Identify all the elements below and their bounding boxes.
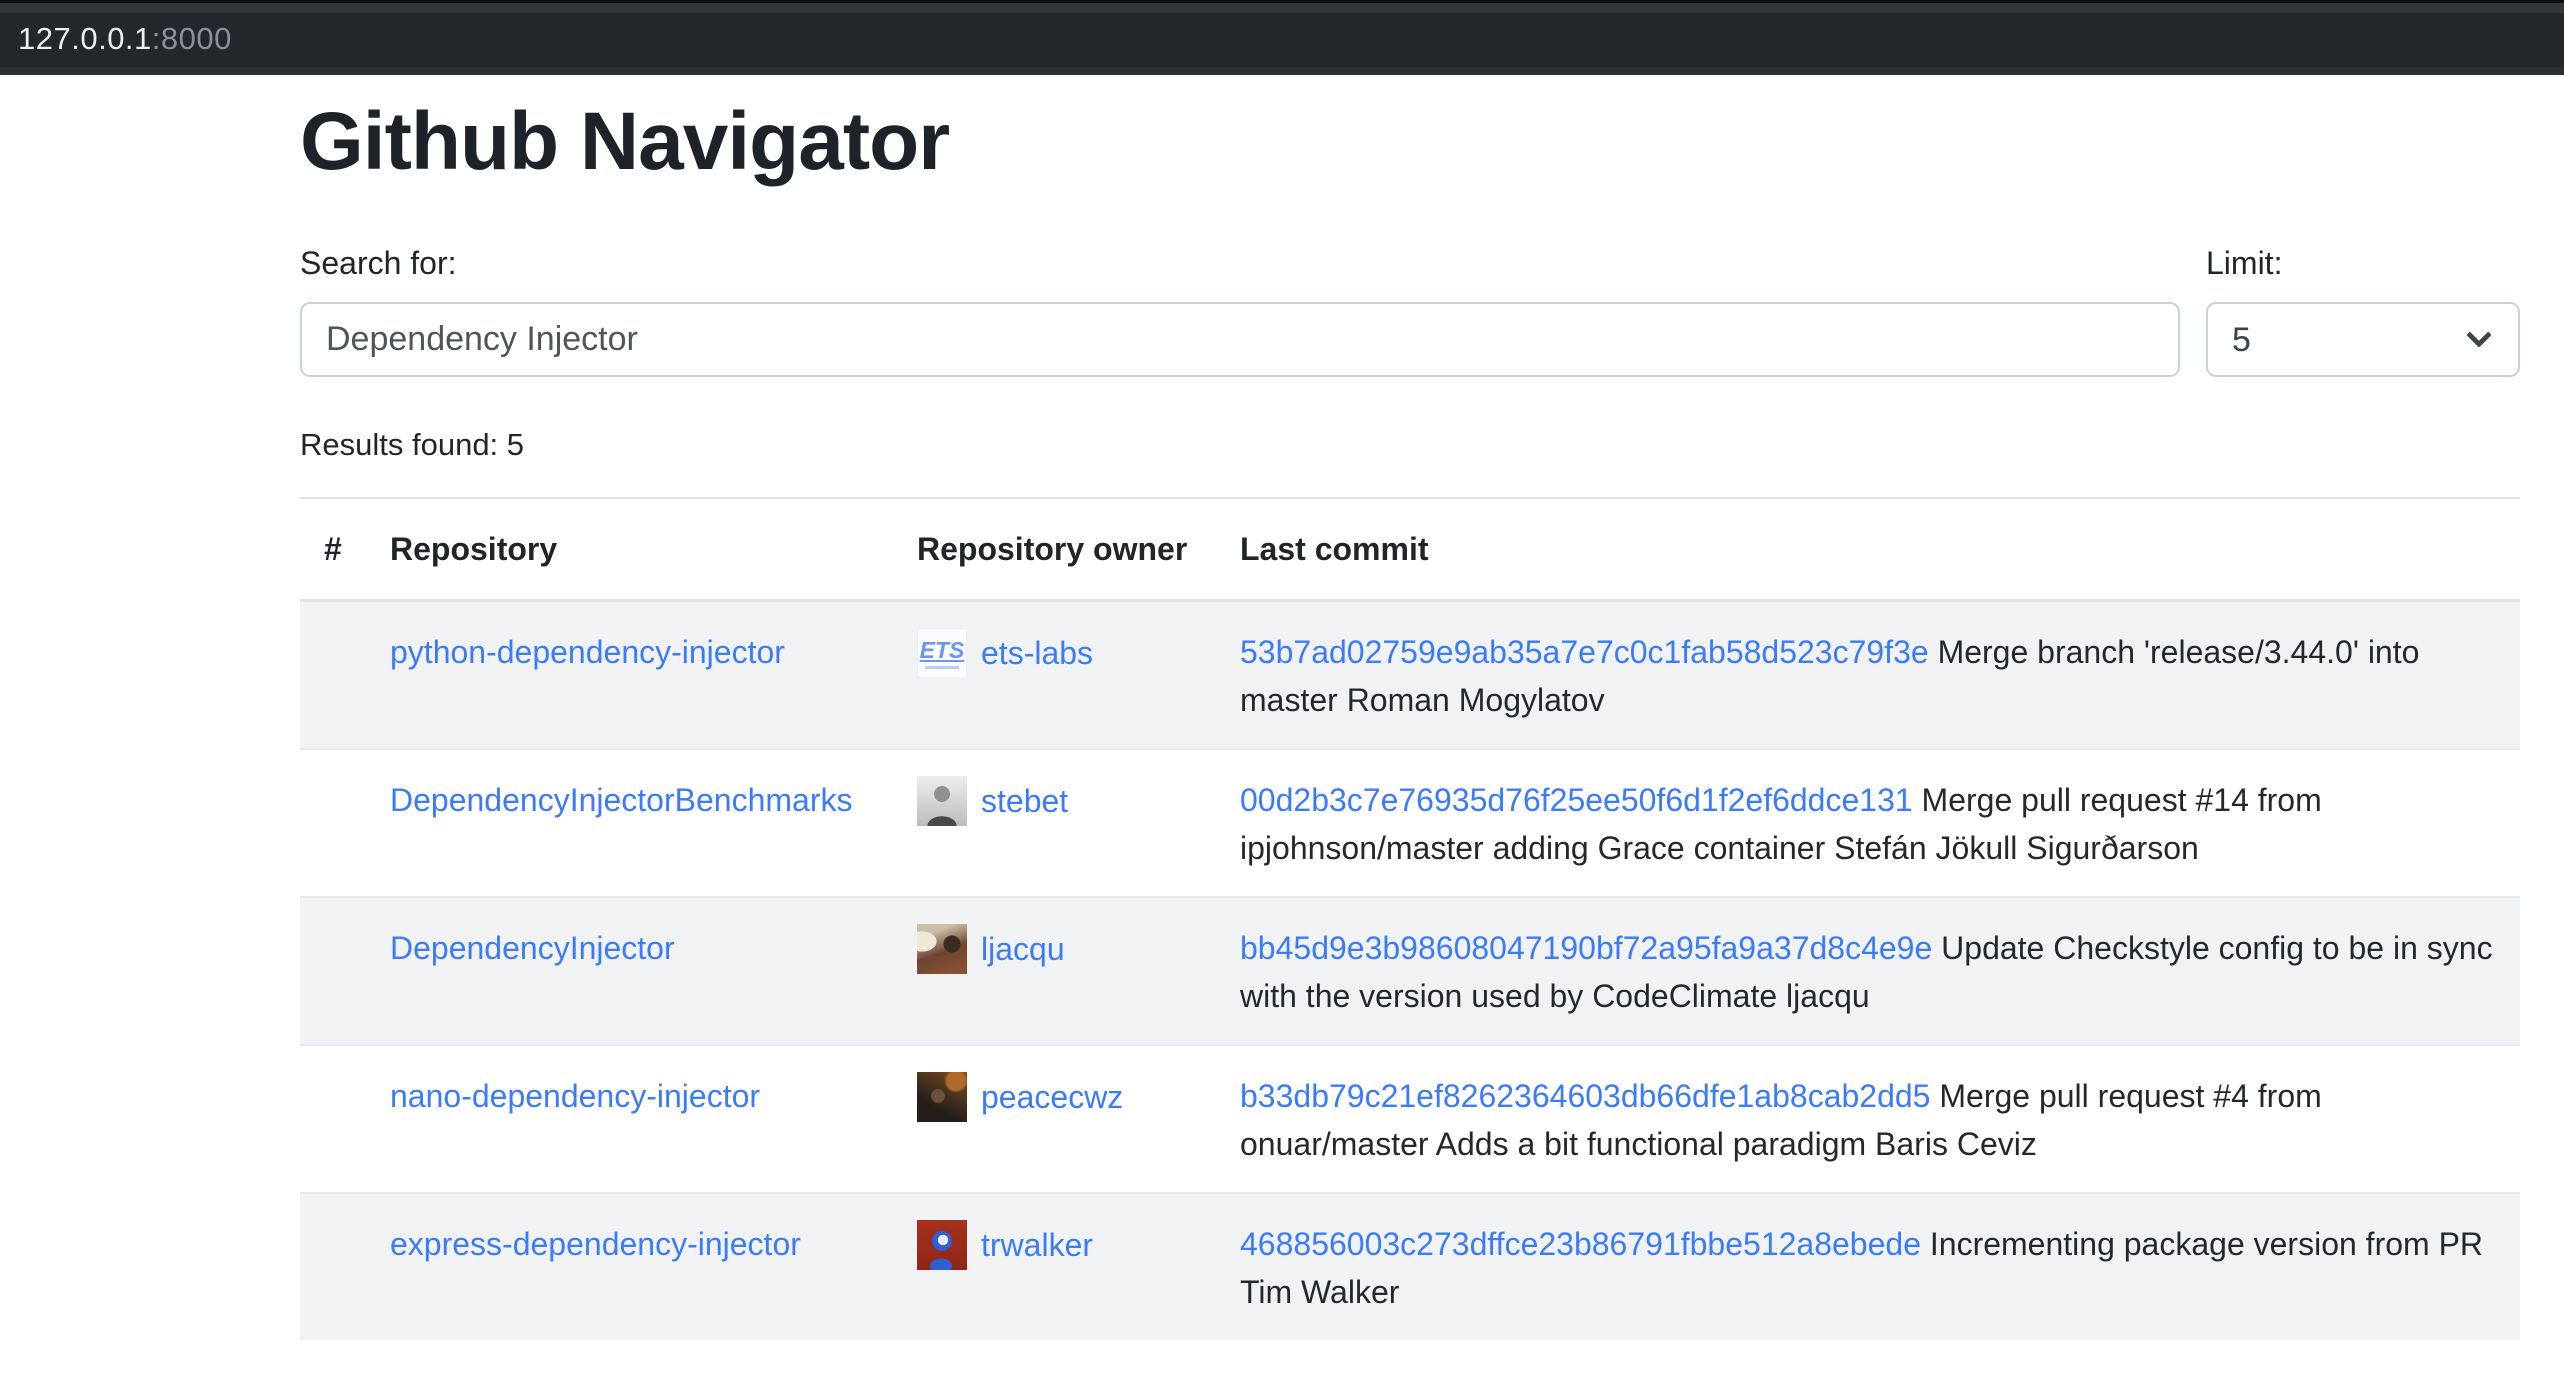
limit-select-wrap: 5 bbox=[2206, 302, 2520, 377]
commit-sha-link[interactable]: 00d2b3c7e76935d76f25ee50f6d1f2ef6ddce131 bbox=[1240, 782, 1913, 818]
col-header-repository: Repository bbox=[366, 498, 893, 601]
repository-link[interactable]: nano-dependency-injector bbox=[390, 1078, 760, 1114]
browser-address-bar: 127.0.0.1:8000 bbox=[0, 0, 2564, 75]
ets-logo-text: ETS bbox=[920, 638, 965, 662]
row-number-cell bbox=[300, 1193, 366, 1340]
search-input[interactable] bbox=[300, 302, 2180, 377]
row-number-cell bbox=[300, 897, 366, 1045]
url-port: :8000 bbox=[152, 21, 232, 57]
commit-sha-link[interactable]: bb45d9e3b98608047190bf72a95fa9a37d8c4e9e bbox=[1240, 930, 1932, 966]
avatar-stebet bbox=[917, 776, 967, 826]
table-row: DependencyInjector ljacqu bb45d9e3b98608… bbox=[300, 897, 2520, 1045]
col-header-last-commit: Last commit bbox=[1216, 498, 2520, 601]
table-row: nano-dependency-injector peacecwz b33db7… bbox=[300, 1045, 2520, 1193]
commit-sha-link[interactable]: 468856003c273dffce23b86791fbbe512a8ebede bbox=[1240, 1226, 1921, 1262]
owner-link[interactable]: stebet bbox=[981, 777, 1068, 825]
page-title: Github Navigator bbox=[300, 99, 2520, 185]
url-host: 127.0.0.1 bbox=[18, 21, 152, 57]
row-number-cell bbox=[300, 1045, 366, 1193]
owner-link[interactable]: ljacqu bbox=[981, 925, 1065, 973]
limit-label: Limit: bbox=[2206, 245, 2520, 282]
owner-link[interactable]: ets-labs bbox=[981, 629, 1093, 677]
search-form: Search for: Limit: 5 bbox=[300, 245, 2520, 377]
table-row: python-dependency-injector ETS ets-labs … bbox=[300, 601, 2520, 750]
results-count-text: Results found: 5 bbox=[300, 427, 2520, 463]
limit-select[interactable]: 5 bbox=[2206, 302, 2520, 377]
avatar-ets-labs: ETS bbox=[917, 628, 967, 678]
avatar-trwalker bbox=[917, 1220, 967, 1270]
search-field-group: Search for: bbox=[300, 245, 2180, 377]
row-number-cell bbox=[300, 749, 366, 897]
address-bar-url[interactable]: 127.0.0.1:8000 bbox=[18, 10, 232, 67]
search-label: Search for: bbox=[300, 245, 2180, 282]
ets-logo-underline bbox=[925, 666, 959, 669]
limit-field-group: Limit: 5 bbox=[2206, 245, 2520, 377]
repository-link[interactable]: python-dependency-injector bbox=[390, 634, 785, 670]
row-number-cell bbox=[300, 601, 366, 750]
owner-link[interactable]: peacecwz bbox=[981, 1073, 1123, 1121]
table-header-row: # Repository Repository owner Last commi… bbox=[300, 498, 2520, 601]
repository-link[interactable]: DependencyInjectorBenchmarks bbox=[390, 782, 852, 818]
table-row: DependencyInjectorBenchmarks stebet 00d2… bbox=[300, 749, 2520, 897]
repository-link[interactable]: DependencyInjector bbox=[390, 930, 675, 966]
table-row: express-dependency-injector trwalker 468… bbox=[300, 1193, 2520, 1340]
commit-sha-link[interactable]: 53b7ad02759e9ab35a7e7c0c1fab58d523c79f3e bbox=[1240, 634, 1929, 670]
repositories-table: # Repository Repository owner Last commi… bbox=[300, 497, 2520, 1340]
avatar-ljacqu bbox=[917, 924, 967, 974]
col-header-owner: Repository owner bbox=[893, 498, 1216, 601]
col-header-number: # bbox=[300, 498, 366, 601]
owner-link[interactable]: trwalker bbox=[981, 1221, 1093, 1269]
page-container: Github Navigator Search for: Limit: 5 Re… bbox=[300, 99, 2520, 1340]
repository-link[interactable]: express-dependency-injector bbox=[390, 1226, 801, 1262]
avatar-peacecwz bbox=[917, 1072, 967, 1122]
commit-sha-link[interactable]: b33db79c21ef8262364603db66dfe1ab8cab2dd5 bbox=[1240, 1078, 1930, 1114]
